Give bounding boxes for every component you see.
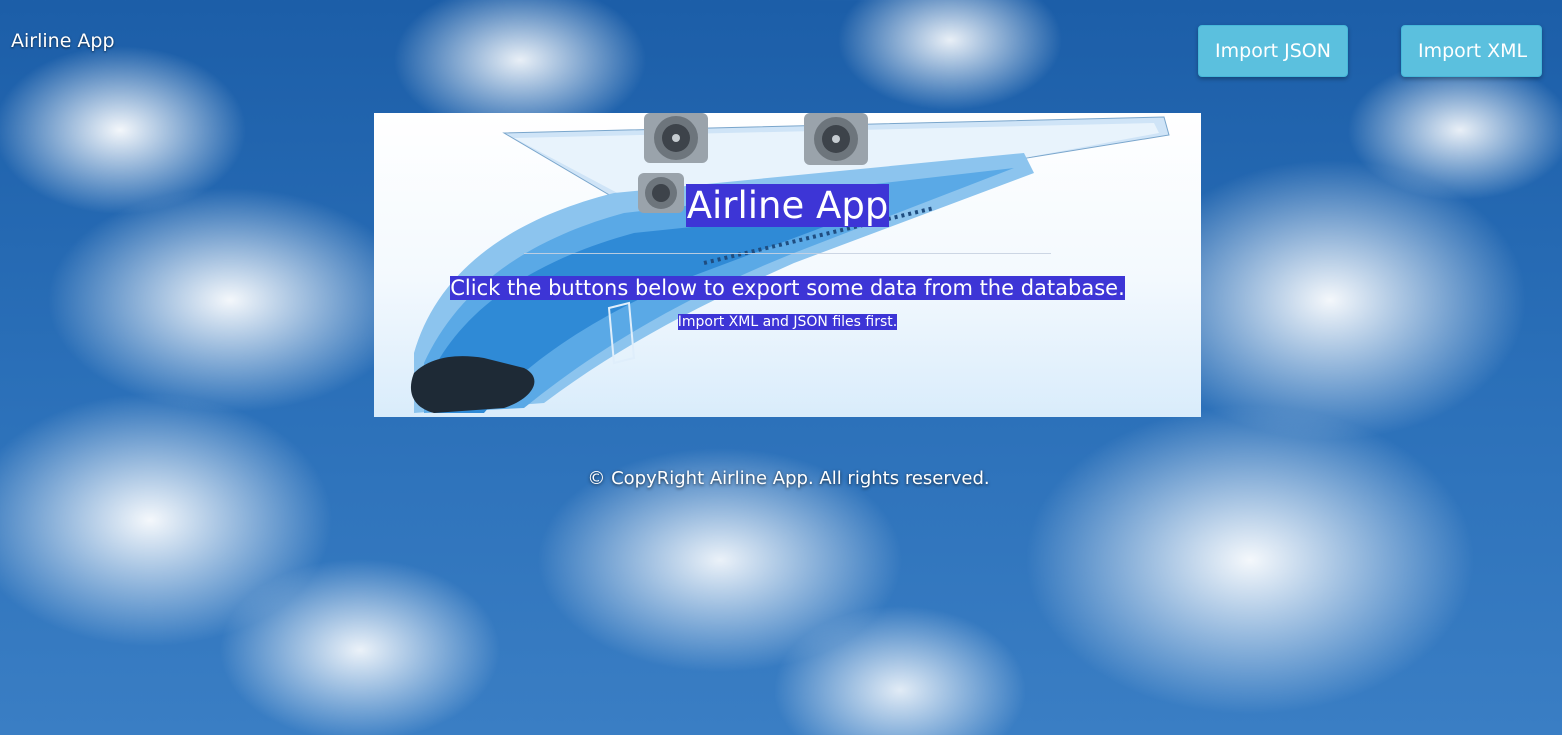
airplane-image: [410, 113, 1170, 413]
hero-subtitle: Click the buttons below to export some d…: [450, 276, 1125, 300]
hero-title: Airline App: [685, 184, 890, 227]
hero-note: Import XML and JSON files first.: [677, 314, 898, 330]
import-json-button[interactable]: Import JSON: [1198, 25, 1348, 77]
navbar-brand[interactable]: Airline App: [11, 30, 115, 52]
hero-divider: [524, 253, 1051, 254]
import-xml-button[interactable]: Import XML: [1401, 25, 1542, 77]
footer-copyright: © CopyRight Airline App. All rights rese…: [587, 468, 990, 489]
hero-jumbotron: Airline App Click the buttons below to e…: [374, 113, 1201, 417]
